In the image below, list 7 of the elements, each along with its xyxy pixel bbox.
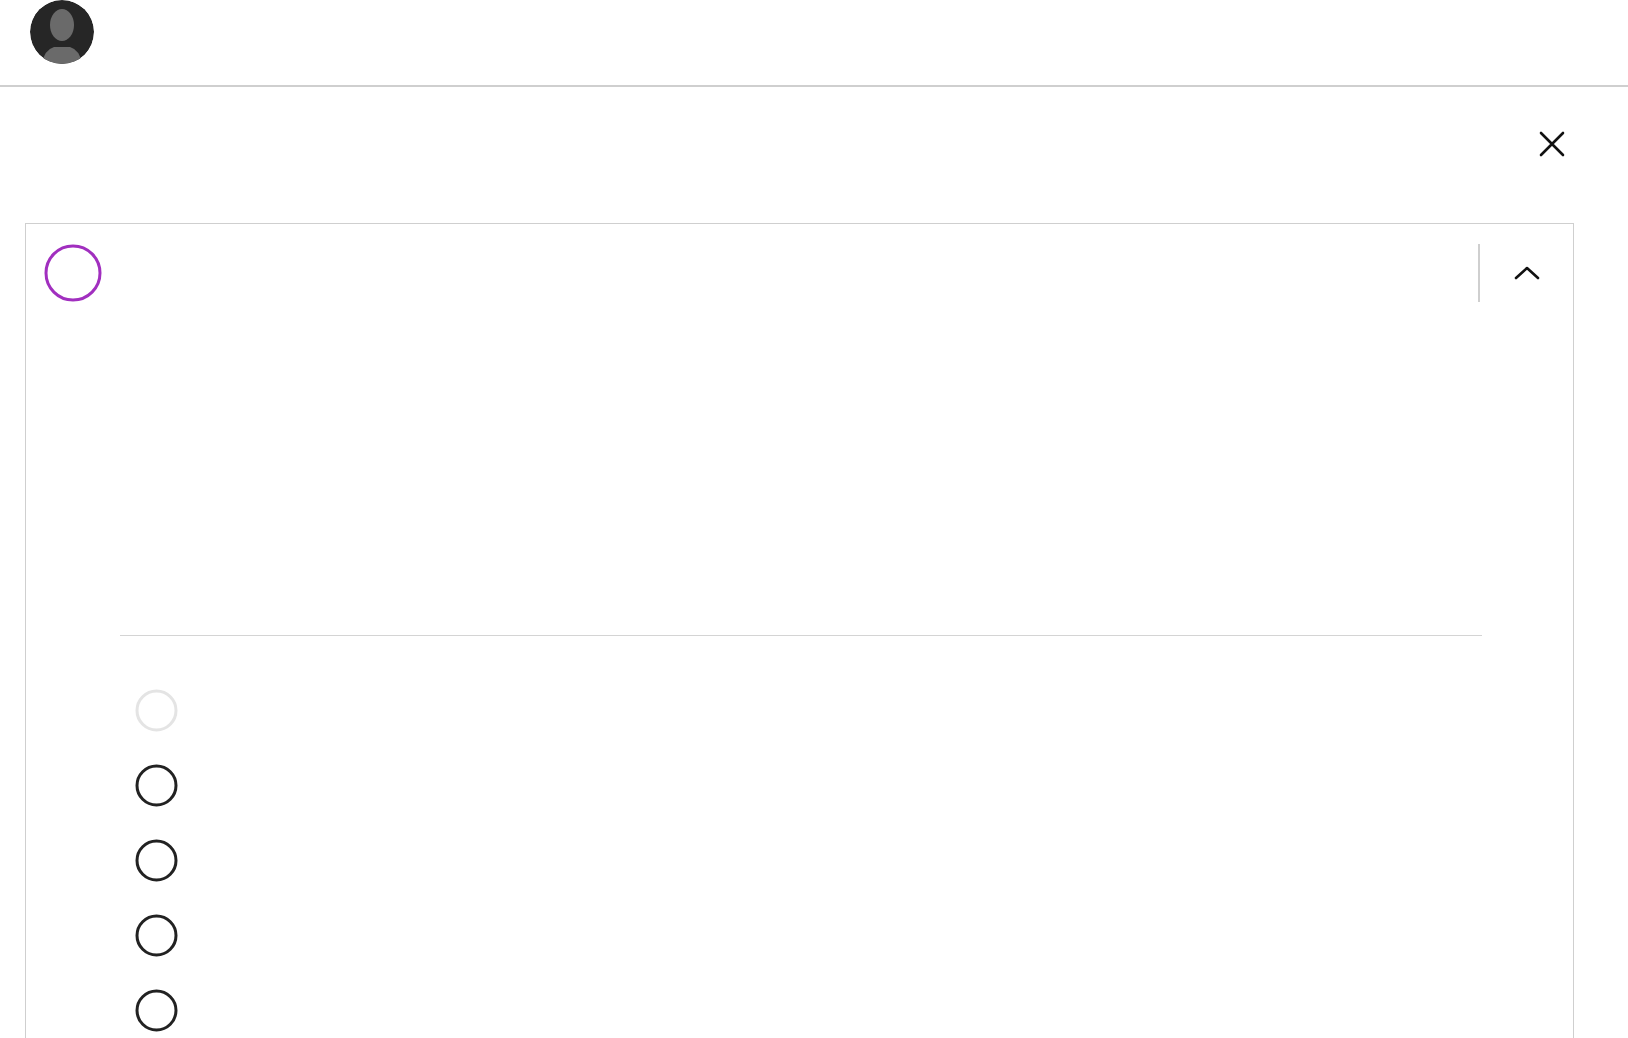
radio-button[interactable] <box>135 764 178 807</box>
radio-button[interactable] <box>135 839 178 882</box>
avatar-icon[interactable] <box>30 0 94 64</box>
radio-button[interactable] <box>135 989 178 1032</box>
close-button[interactable] <box>1539 131 1565 157</box>
status-ring-icon <box>44 243 102 302</box>
radio-button[interactable] <box>135 914 178 957</box>
